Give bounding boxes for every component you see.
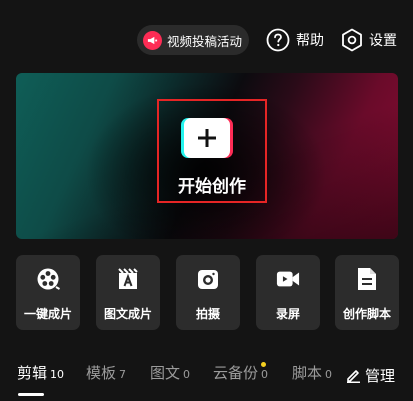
tab-label: 图文	[150, 364, 181, 382]
tab-scripts[interactable]: 脚本 0	[292, 362, 332, 388]
active-tab-indicator	[18, 393, 44, 396]
promo-label: 视频投稿活动	[167, 33, 243, 49]
tab-label: 模板	[86, 364, 117, 382]
screen-record-button[interactable]: 录屏	[256, 255, 320, 330]
tab-count: 0	[261, 368, 269, 381]
tab-count: 0	[183, 368, 191, 381]
tile-label: 创作脚本	[342, 307, 391, 321]
one-click-video-button[interactable]: 一键成片	[16, 255, 80, 330]
tab-count: 0	[325, 368, 333, 381]
text-to-video-button[interactable]: 图文成片	[96, 255, 160, 330]
script-document-icon	[355, 267, 379, 291]
gear-icon	[342, 28, 362, 52]
video-submission-activity-button[interactable]: 视频投稿活动	[137, 25, 249, 55]
camera-icon	[196, 267, 220, 291]
tab-templates[interactable]: 模板 7	[86, 362, 126, 388]
tab-image-text[interactable]: 图文 0	[150, 362, 190, 388]
creation-script-button[interactable]: 创作脚本	[335, 255, 399, 330]
settings-label: 设置	[369, 33, 397, 49]
top-bar: 视频投稿活动 帮助 设置	[0, 24, 413, 58]
text-to-video-icon	[116, 267, 140, 291]
tile-label: 录屏	[275, 307, 300, 321]
manage-button[interactable]: 管理	[346, 362, 395, 388]
start-creation-label: 开始创作	[178, 177, 246, 197]
tab-label: 脚本	[292, 364, 323, 382]
tab-count: 7	[119, 368, 127, 381]
home-screen: 视频投稿活动 帮助 设置 开始创作 一键成片 图文成片 拍摄 录屏 创作脚本 剪…	[0, 0, 413, 401]
help-button[interactable]: 帮助	[266, 25, 324, 55]
tab-edit[interactable]: 剪辑 10	[17, 362, 64, 388]
tab-cloud-backup[interactable]: 云备份 0	[213, 362, 268, 388]
quick-actions: 一键成片 图文成片 拍摄 录屏 创作脚本	[0, 255, 413, 330]
plus-icon	[198, 129, 216, 147]
tab-label: 剪辑	[17, 364, 48, 382]
tab-count: 10	[50, 368, 65, 381]
help-label: 帮助	[296, 33, 324, 49]
film-reel-icon	[36, 267, 60, 291]
shoot-button[interactable]: 拍摄	[176, 255, 240, 330]
manage-label: 管理	[365, 366, 396, 385]
megaphone-icon	[143, 30, 162, 50]
tile-label: 图文成片	[103, 307, 152, 321]
help-icon	[266, 28, 290, 52]
edit-pencil-icon	[347, 370, 360, 383]
tile-label: 拍摄	[195, 307, 220, 321]
add-project-button[interactable]	[184, 118, 230, 158]
tab-label: 云备份	[213, 364, 259, 382]
screen-record-icon	[276, 267, 300, 291]
settings-button[interactable]: 设置	[341, 25, 397, 55]
tile-label: 一键成片	[23, 307, 72, 321]
notification-dot	[261, 362, 266, 367]
project-tabs: 剪辑 10 模板 7 图文 0 云备份 0 脚本 0 管理	[0, 362, 413, 401]
